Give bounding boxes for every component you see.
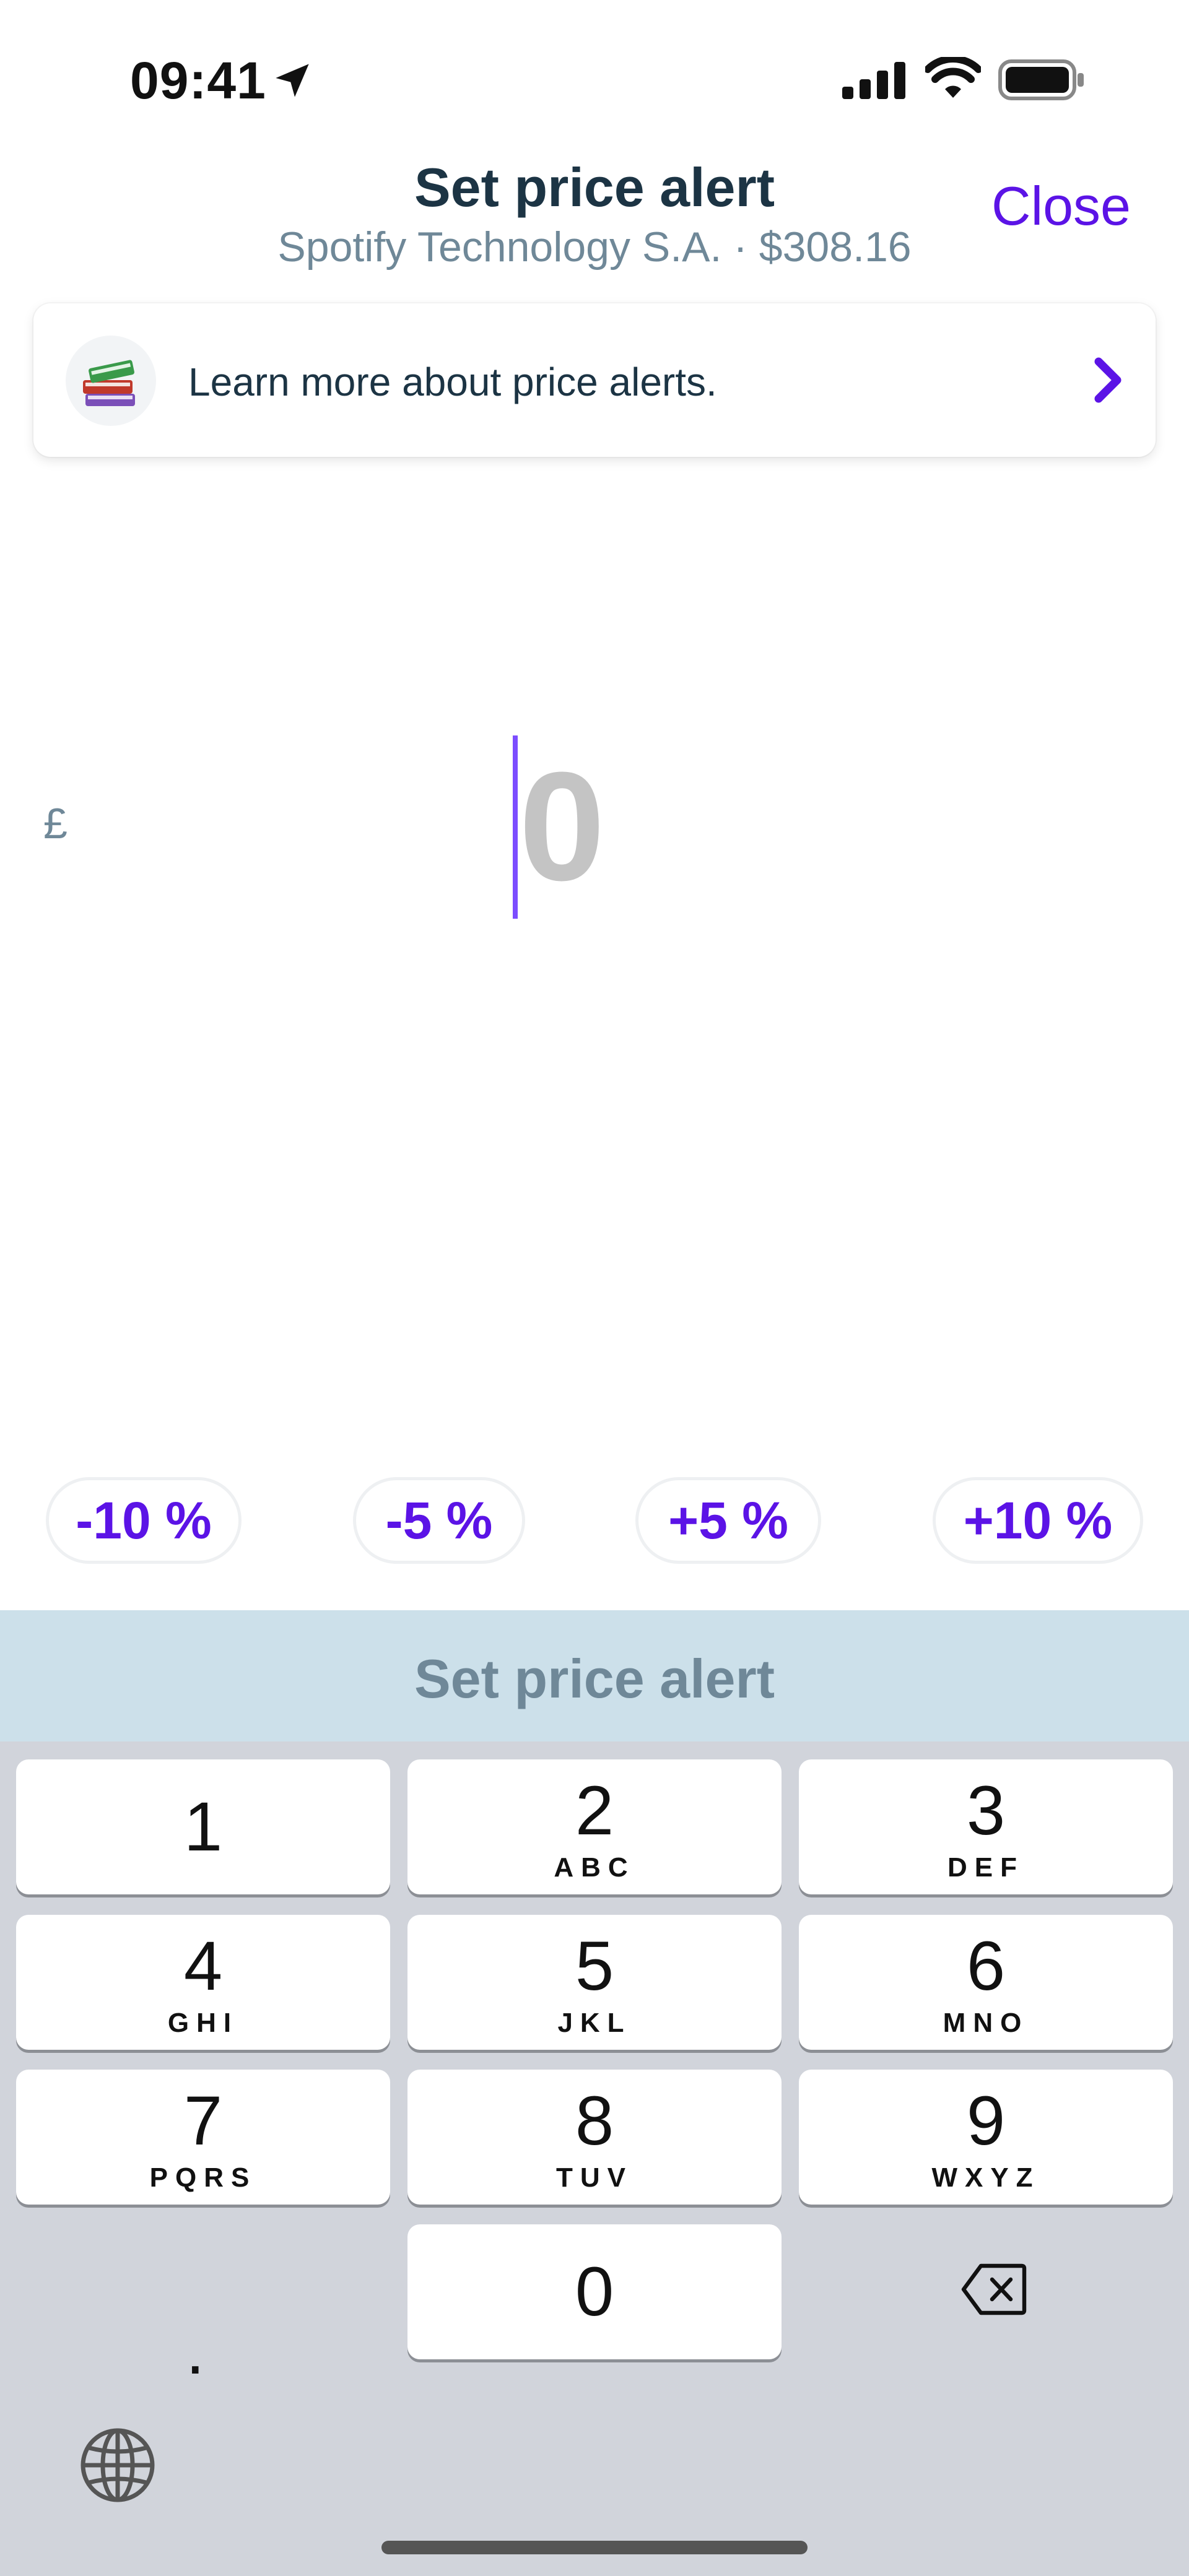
key-digit: 3 [966, 1772, 1006, 1849]
key-digit: 5 [575, 1927, 614, 2005]
key-letters: ABC [554, 1852, 635, 1883]
text-cursor [513, 735, 518, 919]
key-letters: DEF [947, 1852, 1024, 1883]
chevron-right-icon [1094, 357, 1121, 403]
backspace-icon[interactable] [961, 2262, 1027, 2317]
key-letters: WXYZ [931, 2162, 1040, 2193]
key-letters: MNO [943, 2008, 1029, 2038]
key-letters: TUV [556, 2162, 633, 2193]
key-4[interactable]: 4 GHI [16, 1915, 390, 2050]
set-price-alert-button[interactable]: Set price alert [0, 1610, 1189, 1741]
key-5[interactable]: 5 JKL [407, 1915, 782, 2050]
currency-symbol: £ [43, 799, 68, 848]
battery-icon [998, 59, 1084, 100]
key-8[interactable]: 8 TUV [407, 2070, 782, 2205]
key-digit: 1 [183, 1788, 223, 1865]
set-price-alert-label: Set price alert [414, 1648, 775, 1709]
minus-5-percent-button[interactable]: -5 % [353, 1477, 525, 1564]
key-3[interactable]: 3 DEF [799, 1759, 1173, 1894]
plus-5-percent-button[interactable]: +5 % [635, 1477, 821, 1564]
key-digit: 4 [183, 1927, 223, 2005]
learn-more-text: Learn more about price alerts. [188, 360, 717, 404]
home-indicator [381, 2541, 808, 2554]
books-icon-wrap [66, 336, 156, 426]
key-digit: 7 [183, 2082, 223, 2159]
key-digit: 0 [575, 2253, 614, 2330]
status-time: 09:41 [130, 51, 266, 110]
globe-icon[interactable] [79, 2427, 156, 2504]
key-letters: PQRS [149, 2162, 257, 2193]
key-7[interactable]: 7 PQRS [16, 2070, 390, 2205]
key-1[interactable]: 1 [16, 1759, 390, 1894]
key-letters: JKL [557, 2008, 632, 2038]
key-6[interactable]: 6 MNO [799, 1915, 1173, 2050]
price-input[interactable]: 0 [519, 749, 605, 904]
key-0[interactable]: 0 [407, 2224, 782, 2359]
key-digit: 2 [575, 1772, 614, 1849]
key-9[interactable]: 9 WXYZ [799, 2070, 1173, 2205]
books-icon [83, 360, 135, 406]
key-decimal[interactable]: . [186, 2317, 205, 2385]
key-letters: GHI [167, 2008, 239, 2038]
key-2[interactable]: 2 ABC [407, 1759, 782, 1894]
learn-more-card[interactable]: Learn more about price alerts. [33, 303, 1156, 457]
key-digit: 6 [966, 1927, 1006, 2005]
location-arrow-icon [276, 64, 309, 97]
plus-10-percent-button[interactable]: +10 % [933, 1477, 1143, 1564]
cellular-signal-icon [842, 62, 905, 99]
wifi-icon [925, 57, 981, 98]
key-digit: 8 [575, 2082, 614, 2159]
close-button[interactable]: Close [991, 175, 1131, 238]
key-digit: 9 [966, 2082, 1006, 2159]
minus-10-percent-button[interactable]: -10 % [46, 1477, 242, 1564]
